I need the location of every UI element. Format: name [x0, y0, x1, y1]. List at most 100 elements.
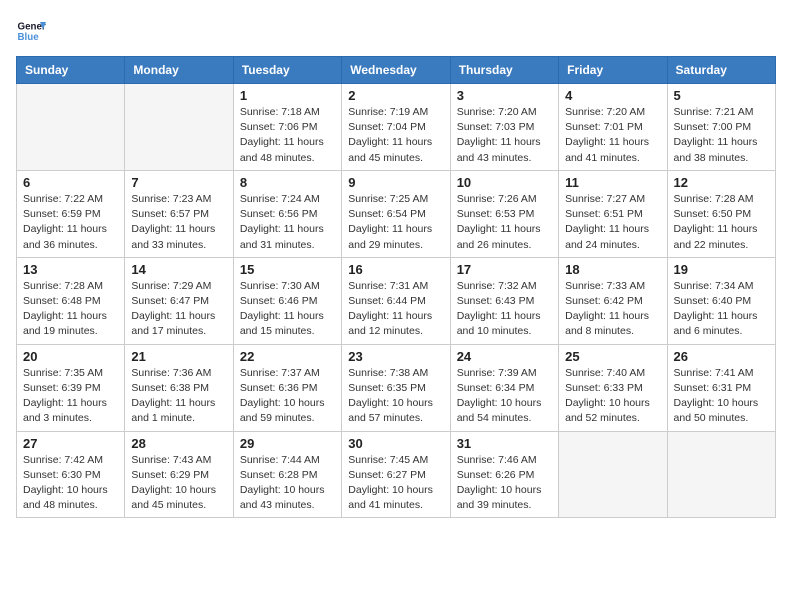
calendar-cell: 9Sunrise: 7:25 AM Sunset: 6:54 PM Daylig… — [342, 170, 450, 257]
calendar-cell: 30 Sunrise: 7:45 AM Sunset: 6:27 PM Dayli… — [342, 431, 450, 518]
day-number: 17 — [457, 262, 552, 277]
day-info: Sunrise: 7:37 AM Sunset: 6:36 PM Dayligh… — [240, 366, 335, 427]
day-info: Sunrise: 7:21 AM Sunset: 7:00 PM Dayligh… — [674, 105, 769, 166]
day-number: 18 — [565, 262, 660, 277]
day-info: Sunrise: 7:19 AM Sunset: 7:04 PM Dayligh… — [348, 105, 443, 166]
day-number: 26 — [674, 349, 769, 364]
day-number: 16 — [348, 262, 443, 277]
day-header-wednesday: Wednesday — [342, 57, 450, 84]
day-number: 15 — [240, 262, 335, 277]
calendar-cell: 14Sunrise: 7:29 AM Sunset: 6:47 PM Dayli… — [125, 257, 233, 344]
day-info: Sunrise: 7:27 AM Sunset: 6:51 PM Dayligh… — [565, 192, 660, 253]
logo: General Blue — [16, 16, 46, 46]
day-number: 14 — [131, 262, 226, 277]
calendar-cell: 15 Sunrise: 7:30 AM Sunset: 6:46 PM Dayli… — [233, 257, 341, 344]
calendar-cell: 12 Sunrise: 7:28 AM Sunset: 6:50 PM Dayli… — [667, 170, 775, 257]
day-number: 21 — [131, 349, 226, 364]
calendar-cell: 19 Sunrise: 7:34 AM Sunset: 6:40 PM Dayli… — [667, 257, 775, 344]
calendar-cell: 18 Sunrise: 7:33 AM Sunset: 6:42 PM Dayli… — [559, 257, 667, 344]
calendar-cell: 17 Sunrise: 7:32 AM Sunset: 6:43 PM Dayli… — [450, 257, 558, 344]
day-number: 6 — [23, 175, 118, 190]
day-number: 31 — [457, 436, 552, 451]
day-info: Sunrise: 7:38 AM Sunset: 6:35 PM Dayligh… — [348, 366, 443, 427]
day-header-saturday: Saturday — [667, 57, 775, 84]
calendar-table: SundayMondayTuesdayWednesdayThursdayFrid… — [16, 56, 776, 518]
calendar-cell: 26 Sunrise: 7:41 AM Sunset: 6:31 PM Dayli… — [667, 344, 775, 431]
day-header-monday: Monday — [125, 57, 233, 84]
day-number: 13 — [23, 262, 118, 277]
calendar-cell: 13Sunrise: 7:28 AM Sunset: 6:48 PM Dayli… — [17, 257, 125, 344]
day-header-thursday: Thursday — [450, 57, 558, 84]
calendar-cell: 16 Sunrise: 7:31 AM Sunset: 6:44 PM Dayli… — [342, 257, 450, 344]
calendar-cell: 4 Sunrise: 7:20 AM Sunset: 7:01 PM Daylig… — [559, 84, 667, 171]
calendar-cell: 11Sunrise: 7:27 AM Sunset: 6:51 PM Dayli… — [559, 170, 667, 257]
day-info: Sunrise: 7:35 AM Sunset: 6:39 PM Dayligh… — [23, 366, 118, 427]
day-number: 23 — [348, 349, 443, 364]
day-number: 10 — [457, 175, 552, 190]
day-info: Sunrise: 7:39 AM Sunset: 6:34 PM Dayligh… — [457, 366, 552, 427]
calendar-cell: 1Sunrise: 7:18 AM Sunset: 7:06 PM Daylig… — [233, 84, 341, 171]
svg-text:Blue: Blue — [18, 32, 40, 43]
day-info: Sunrise: 7:45 AM Sunset: 6:27 PM Dayligh… — [348, 453, 443, 514]
day-info: Sunrise: 7:18 AM Sunset: 7:06 PM Dayligh… — [240, 105, 335, 166]
day-number: 20 — [23, 349, 118, 364]
calendar-cell — [667, 431, 775, 518]
day-info: Sunrise: 7:41 AM Sunset: 6:31 PM Dayligh… — [674, 366, 769, 427]
day-info: Sunrise: 7:40 AM Sunset: 6:33 PM Dayligh… — [565, 366, 660, 427]
calendar-week-4: 20 Sunrise: 7:35 AM Sunset: 6:39 PM Dayli… — [17, 344, 776, 431]
calendar-cell: 21 Sunrise: 7:36 AM Sunset: 6:38 PM Dayli… — [125, 344, 233, 431]
calendar-cell: 6Sunrise: 7:22 AM Sunset: 6:59 PM Daylig… — [17, 170, 125, 257]
day-header-friday: Friday — [559, 57, 667, 84]
calendar-cell — [559, 431, 667, 518]
day-info: Sunrise: 7:24 AM Sunset: 6:56 PM Dayligh… — [240, 192, 335, 253]
day-info: Sunrise: 7:31 AM Sunset: 6:44 PM Dayligh… — [348, 279, 443, 340]
calendar-cell: 10Sunrise: 7:26 AM Sunset: 6:53 PM Dayli… — [450, 170, 558, 257]
day-info: Sunrise: 7:20 AM Sunset: 7:01 PM Dayligh… — [565, 105, 660, 166]
calendar-cell: 8 Sunrise: 7:24 AM Sunset: 6:56 PM Daylig… — [233, 170, 341, 257]
day-info: Sunrise: 7:28 AM Sunset: 6:50 PM Dayligh… — [674, 192, 769, 253]
day-info: Sunrise: 7:43 AM Sunset: 6:29 PM Dayligh… — [131, 453, 226, 514]
calendar-cell — [125, 84, 233, 171]
calendar-header-row: SundayMondayTuesdayWednesdayThursdayFrid… — [17, 57, 776, 84]
calendar-week-3: 13Sunrise: 7:28 AM Sunset: 6:48 PM Dayli… — [17, 257, 776, 344]
calendar-cell: 5Sunrise: 7:21 AM Sunset: 7:00 PM Daylig… — [667, 84, 775, 171]
day-number: 25 — [565, 349, 660, 364]
calendar-cell — [17, 84, 125, 171]
day-info: Sunrise: 7:32 AM Sunset: 6:43 PM Dayligh… — [457, 279, 552, 340]
day-number: 3 — [457, 88, 552, 103]
day-info: Sunrise: 7:34 AM Sunset: 6:40 PM Dayligh… — [674, 279, 769, 340]
day-info: Sunrise: 7:33 AM Sunset: 6:42 PM Dayligh… — [565, 279, 660, 340]
calendar-week-2: 6Sunrise: 7:22 AM Sunset: 6:59 PM Daylig… — [17, 170, 776, 257]
day-number: 2 — [348, 88, 443, 103]
day-number: 12 — [674, 175, 769, 190]
day-info: Sunrise: 7:44 AM Sunset: 6:28 PM Dayligh… — [240, 453, 335, 514]
calendar-cell: 2 Sunrise: 7:19 AM Sunset: 7:04 PM Daylig… — [342, 84, 450, 171]
calendar-week-5: 27Sunrise: 7:42 AM Sunset: 6:30 PM Dayli… — [17, 431, 776, 518]
day-info: Sunrise: 7:42 AM Sunset: 6:30 PM Dayligh… — [23, 453, 118, 514]
day-info: Sunrise: 7:30 AM Sunset: 6:46 PM Dayligh… — [240, 279, 335, 340]
day-info: Sunrise: 7:20 AM Sunset: 7:03 PM Dayligh… — [457, 105, 552, 166]
day-number: 19 — [674, 262, 769, 277]
calendar-cell: 24Sunrise: 7:39 AM Sunset: 6:34 PM Dayli… — [450, 344, 558, 431]
calendar-cell: 22 Sunrise: 7:37 AM Sunset: 6:36 PM Dayli… — [233, 344, 341, 431]
day-number: 4 — [565, 88, 660, 103]
calendar-cell: 25 Sunrise: 7:40 AM Sunset: 6:33 PM Dayli… — [559, 344, 667, 431]
calendar-week-1: 1Sunrise: 7:18 AM Sunset: 7:06 PM Daylig… — [17, 84, 776, 171]
calendar-cell: 28 Sunrise: 7:43 AM Sunset: 6:29 PM Dayli… — [125, 431, 233, 518]
day-number: 9 — [348, 175, 443, 190]
day-number: 28 — [131, 436, 226, 451]
day-header-sunday: Sunday — [17, 57, 125, 84]
day-number: 30 — [348, 436, 443, 451]
day-header-tuesday: Tuesday — [233, 57, 341, 84]
day-info: Sunrise: 7:46 AM Sunset: 6:26 PM Dayligh… — [457, 453, 552, 514]
day-number: 29 — [240, 436, 335, 451]
day-number: 22 — [240, 349, 335, 364]
day-number: 8 — [240, 175, 335, 190]
calendar-cell: 3 Sunrise: 7:20 AM Sunset: 7:03 PM Daylig… — [450, 84, 558, 171]
day-info: Sunrise: 7:36 AM Sunset: 6:38 PM Dayligh… — [131, 366, 226, 427]
logo-icon: General Blue — [16, 16, 46, 46]
calendar-body: 1Sunrise: 7:18 AM Sunset: 7:06 PM Daylig… — [17, 84, 776, 518]
calendar-cell: 27Sunrise: 7:42 AM Sunset: 6:30 PM Dayli… — [17, 431, 125, 518]
page-header: General Blue — [16, 16, 776, 46]
day-info: Sunrise: 7:23 AM Sunset: 6:57 PM Dayligh… — [131, 192, 226, 253]
